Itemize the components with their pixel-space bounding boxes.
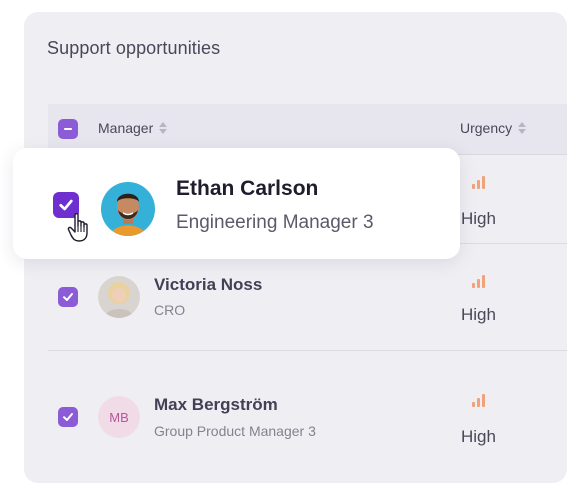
manager-role: CRO	[154, 302, 186, 318]
row-checkbox[interactable]	[58, 407, 78, 427]
hand-pointer-icon	[67, 213, 88, 242]
urgency-value: High	[461, 209, 496, 228]
signal-bars-icon	[472, 275, 485, 288]
manager-column-header[interactable]: Manager	[98, 120, 168, 136]
check-icon	[63, 293, 73, 301]
table-row[interactable]: MB Max Bergström Group Product Manager 3…	[48, 351, 567, 483]
avatar	[101, 182, 155, 236]
manager-role: Engineering Manager 3	[176, 212, 374, 233]
select-all-checkbox[interactable]	[58, 119, 78, 139]
manager-name: Max Bergström	[154, 395, 278, 414]
signal-bars-icon	[472, 394, 485, 407]
row-checkbox[interactable]	[58, 287, 78, 307]
sort-icon[interactable]	[518, 122, 527, 134]
sort-icon[interactable]	[159, 122, 168, 134]
table-row[interactable]: Victoria Noss CRO High	[48, 244, 567, 351]
manager-name: Victoria Noss	[154, 275, 263, 294]
manager-name: Ethan Carlson	[176, 177, 319, 200]
urgency-column-header[interactable]: Urgency	[460, 120, 527, 136]
manager-role: Group Product Manager 3	[154, 423, 316, 439]
panel-title: Support opportunities	[47, 38, 221, 58]
avatar: MB	[98, 396, 140, 438]
check-icon	[59, 199, 73, 211]
urgency-value: High	[461, 427, 496, 446]
check-icon	[63, 413, 73, 421]
avatar	[98, 276, 140, 318]
signal-bars-icon	[472, 176, 485, 189]
urgency-value: High	[461, 305, 496, 324]
minus-icon	[64, 128, 72, 130]
selected-manager-card[interactable]: Ethan Carlson Engineering Manager 3	[13, 148, 460, 259]
